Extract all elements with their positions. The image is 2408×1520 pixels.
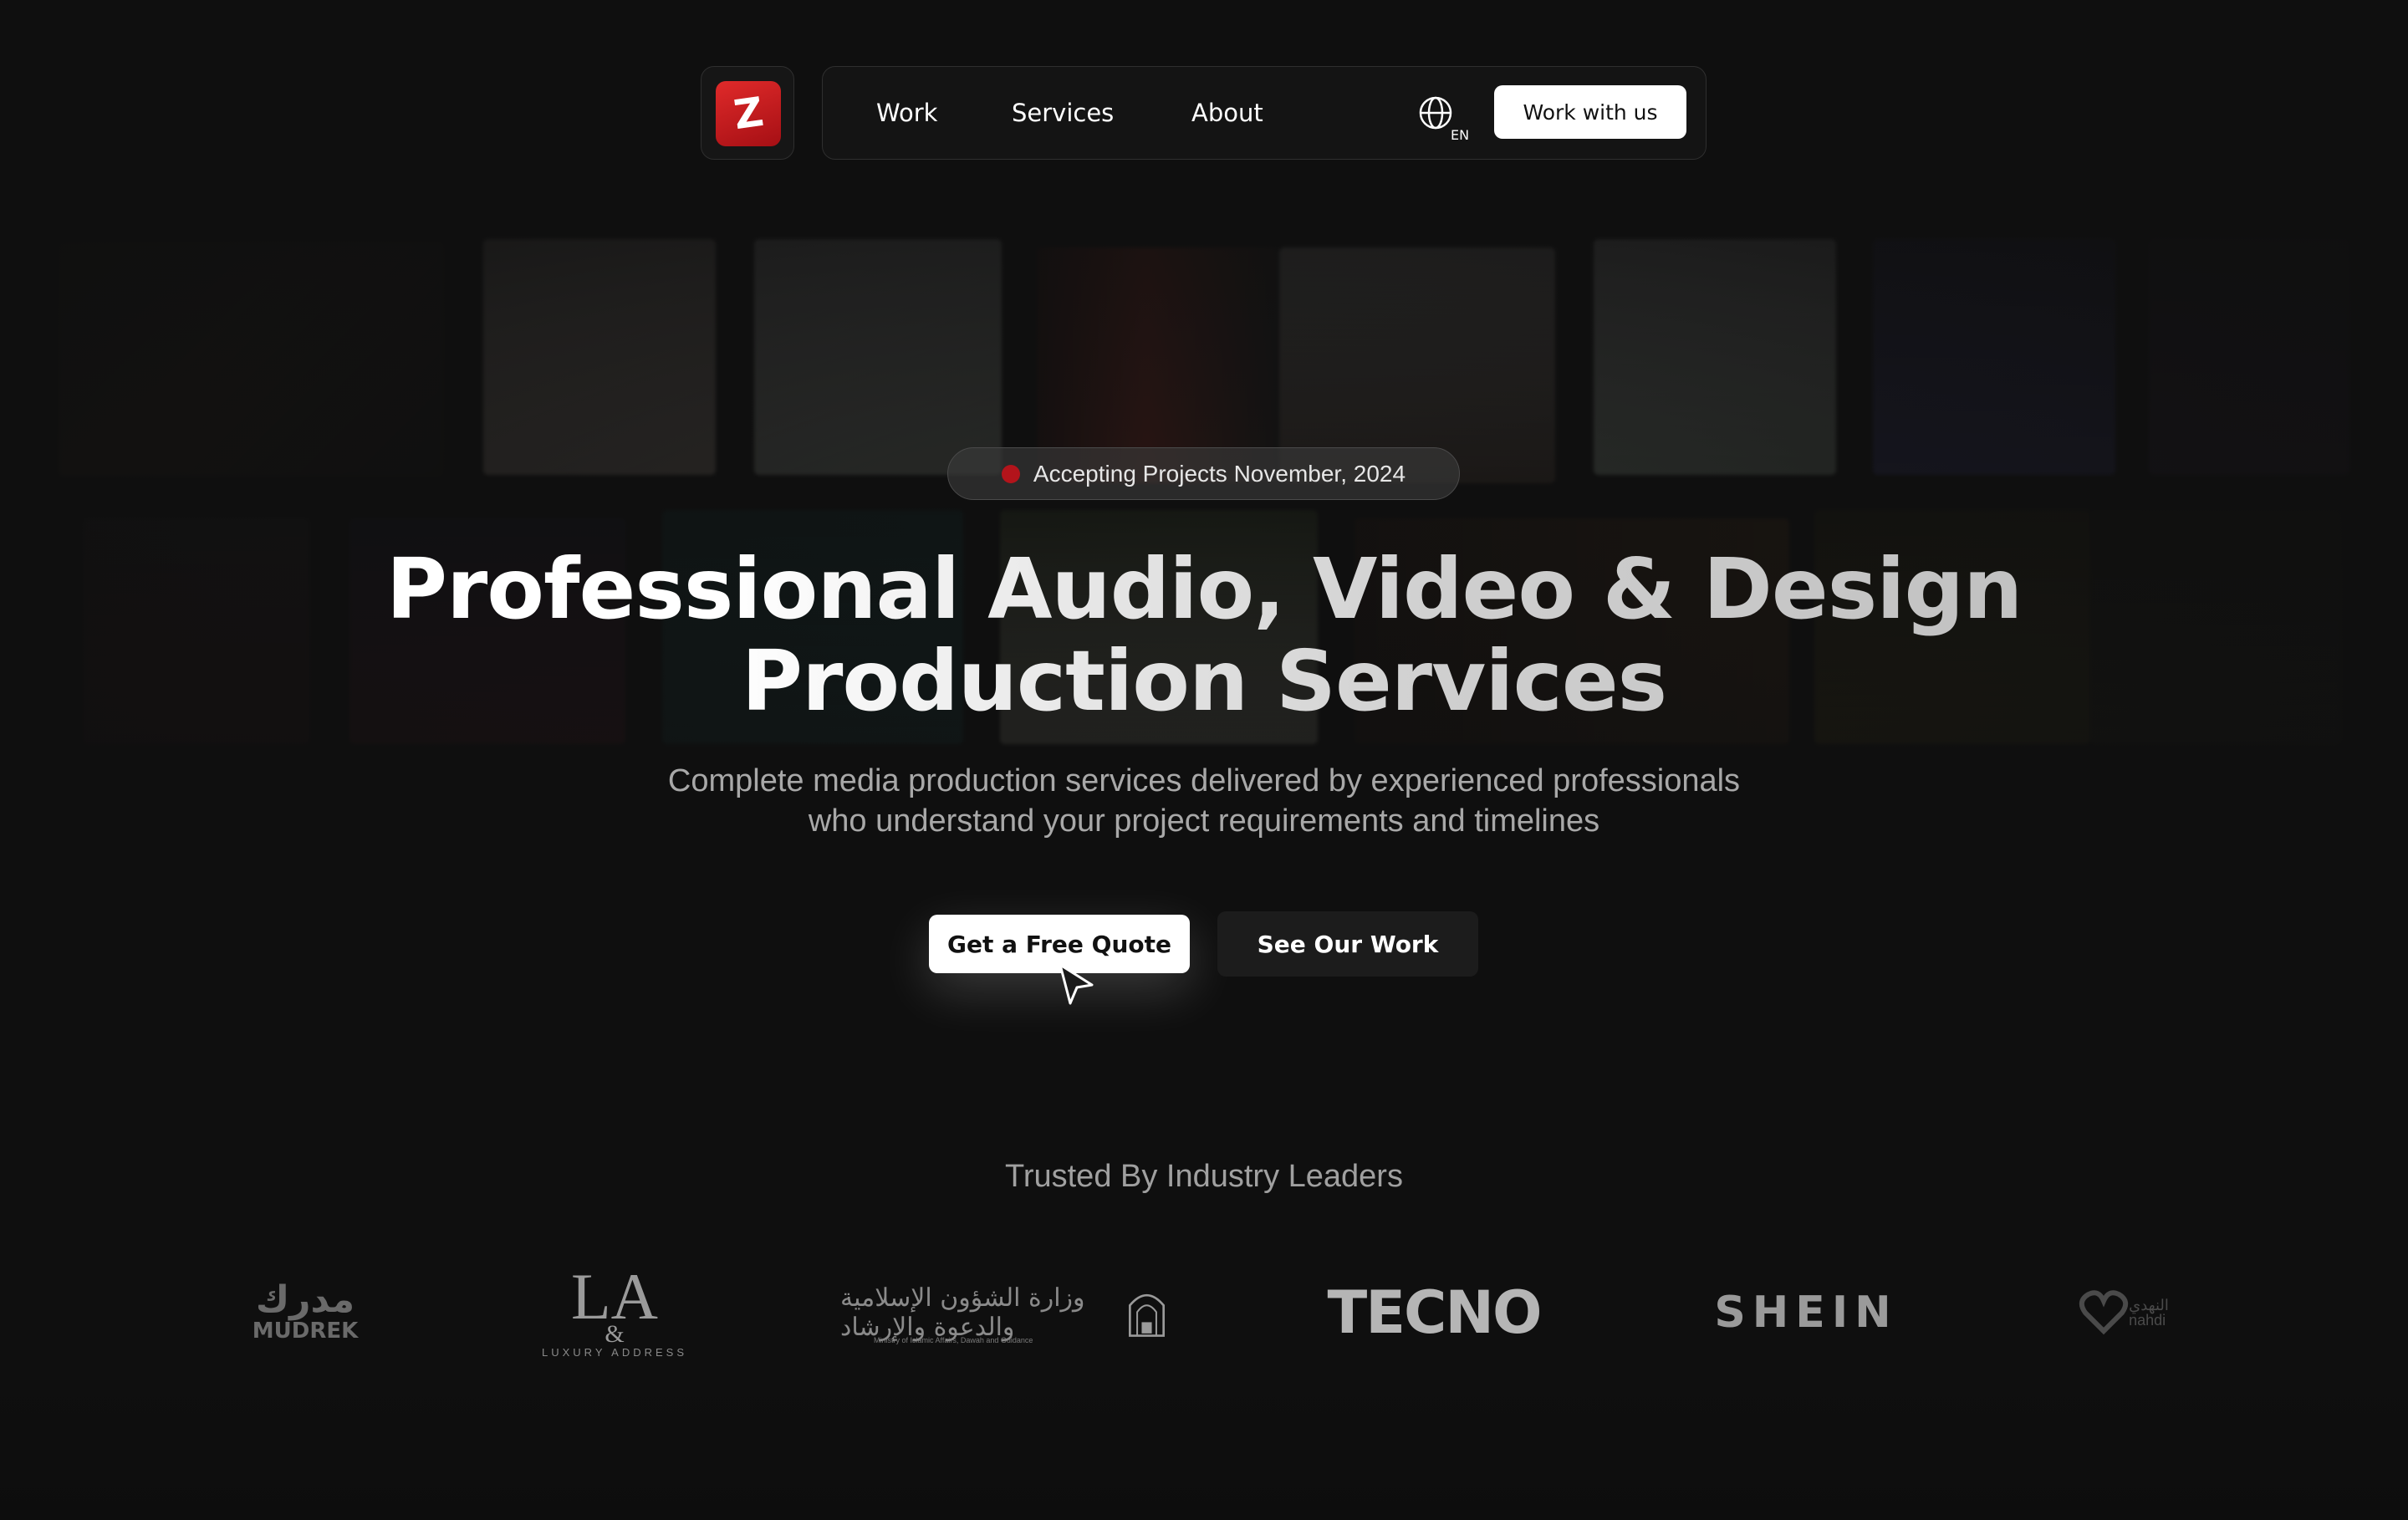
- availability-text: Accepting Projects November, 2024: [1033, 460, 1406, 487]
- mudrek-logo-arabic: مدرك: [255, 1278, 355, 1321]
- mudrek-logo-latin: MUDREK: [252, 1319, 359, 1344]
- nahdi-heart-icon: [2079, 1290, 2129, 1335]
- mouse-pointer-icon: [1059, 963, 1094, 1005]
- hero-subtitle: Complete media production services deliv…: [0, 761, 2408, 841]
- work-with-us-button[interactable]: Work with us: [1494, 85, 1686, 139]
- see-our-work-button[interactable]: See Our Work: [1217, 911, 1478, 977]
- ministry-logo: وزارة الشؤون الإسلامية والدعوة والإرشاد …: [840, 1271, 1166, 1354]
- hero-title: Professional Audio, Video & Design Produ…: [0, 543, 2408, 727]
- luxury-address-caption: LUXURY ADDRESS: [541, 1345, 687, 1359]
- bottom-fade-overlay: [0, 1380, 2408, 1520]
- clients-heading: Trusted By Industry Leaders: [1005, 1159, 1403, 1194]
- nav-link-about[interactable]: About: [1191, 99, 1263, 127]
- luxury-address-logo: LA & LUXURY ADDRESS: [535, 1259, 694, 1359]
- brand-logo-icon: Z: [716, 81, 781, 146]
- luxury-address-mark: LA: [571, 1259, 658, 1333]
- mudrek-logo: مدرك MUDREK: [242, 1271, 368, 1354]
- nahdi-logo-arabic: النهدي: [2129, 1297, 2169, 1313]
- nahdi-logo: النهدي nahdi: [2074, 1271, 2174, 1354]
- status-dot-icon: [1001, 464, 1020, 483]
- ministry-logo-arabic: وزارة الشؤون الإسلامية والدعوة والإرشاد: [840, 1283, 1085, 1342]
- nav-link-work[interactable]: Work: [876, 99, 937, 127]
- hero-title-line-2: Production Services: [741, 632, 1667, 730]
- nahdi-logo-latin: nahdi: [2129, 1312, 2166, 1329]
- globe-icon[interactable]: [1418, 95, 1453, 130]
- hero-subtitle-line-1: Complete media production services deliv…: [667, 763, 1741, 798]
- shein-logo: SHEIN: [1714, 1288, 1898, 1338]
- brand-logo-letter: Z: [730, 88, 767, 140]
- mosque-emblem-icon: [1128, 1293, 1165, 1337]
- availability-badge: Accepting Projects November, 2024: [947, 447, 1460, 500]
- main-navigation: Work Services About EN Work with us: [822, 66, 1707, 160]
- hero-title-line-1: Professional Audio, Video & Design: [385, 540, 2023, 638]
- language-code[interactable]: EN: [1451, 127, 1469, 143]
- ministry-logo-english: Ministry of Islamic Affairs, Dawah and G…: [874, 1336, 1033, 1344]
- nahdi-wordmark: النهدي nahdi: [2129, 1298, 2169, 1328]
- home-logo-link[interactable]: Z: [701, 66, 794, 160]
- hero-subtitle-line-2: who understand your project requirements…: [808, 803, 1600, 839]
- nav-link-services[interactable]: Services: [1012, 99, 1114, 127]
- luxury-address-ampersand: &: [605, 1319, 625, 1348]
- tecno-logo: TECNO: [1327, 1278, 1542, 1347]
